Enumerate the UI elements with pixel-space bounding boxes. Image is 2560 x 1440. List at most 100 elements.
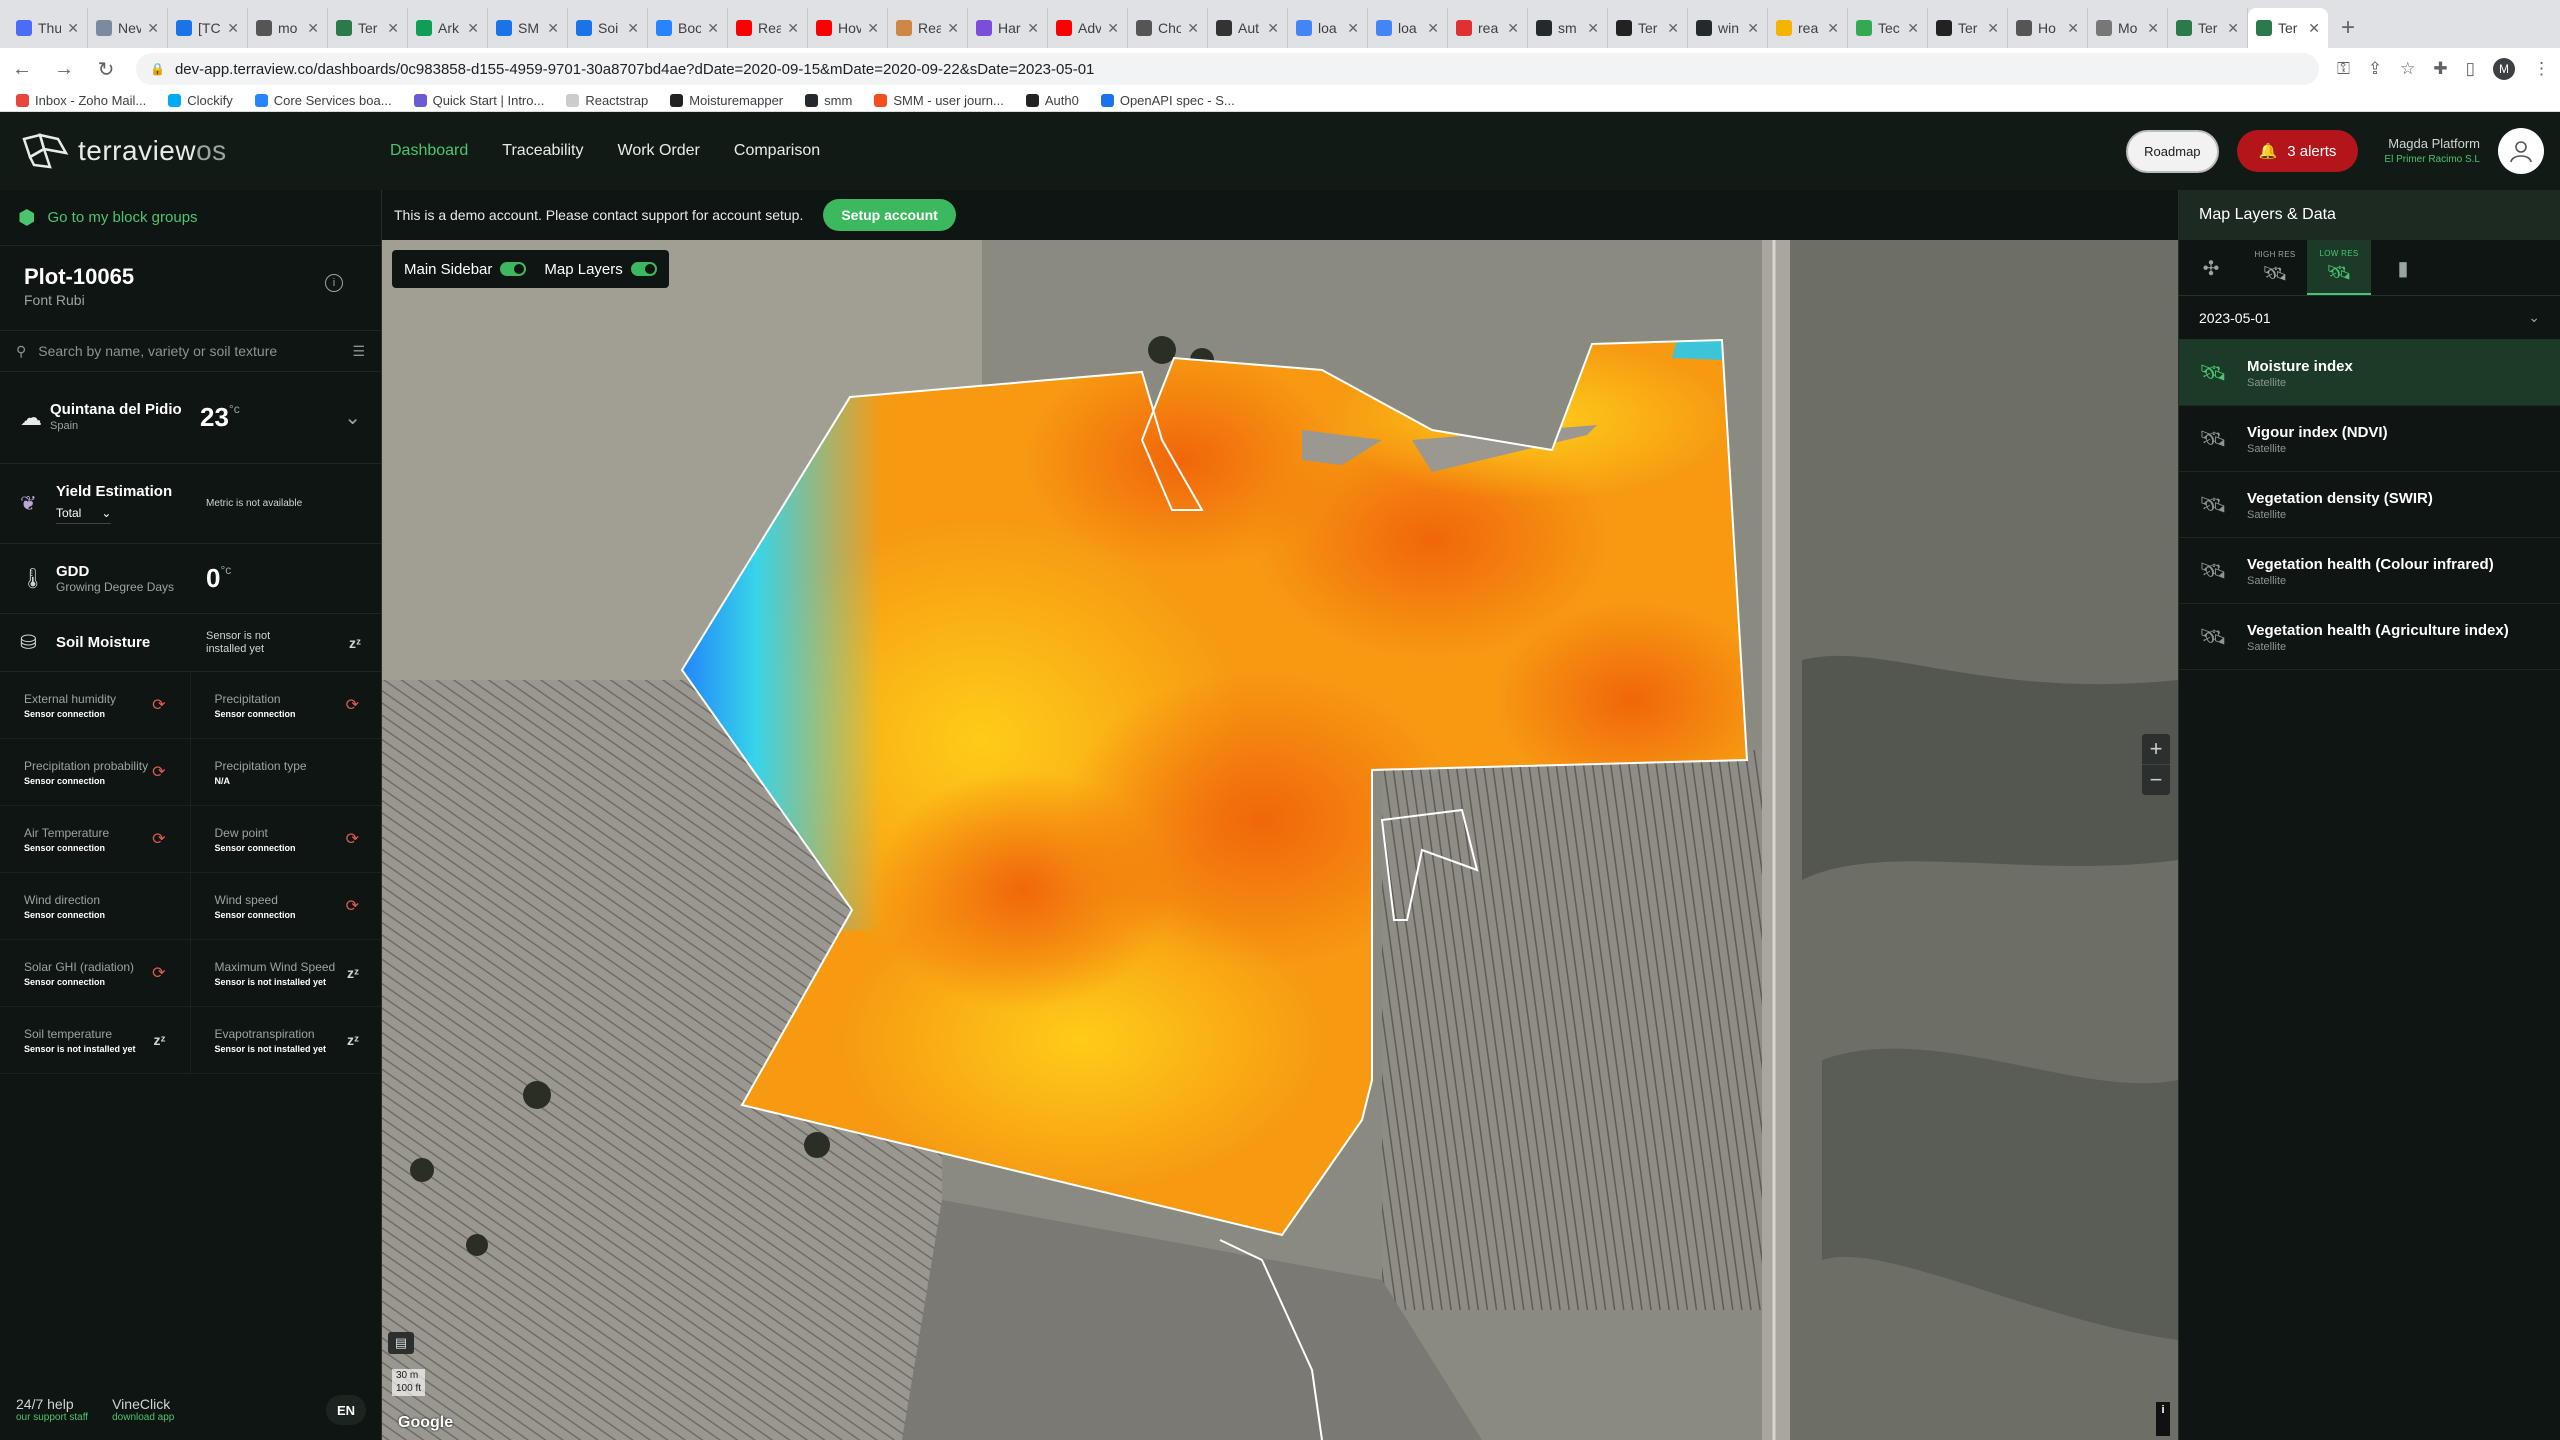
filter-icon[interactable]: ☰ xyxy=(352,343,365,360)
browser-tab[interactable]: Ter ✕ xyxy=(2248,8,2328,48)
close-icon[interactable]: ✕ xyxy=(467,20,479,37)
bookmark-item[interactable]: smm xyxy=(805,93,852,108)
user-info[interactable]: Magda Platform El Primer Racimo S.L xyxy=(2384,136,2480,166)
close-icon[interactable]: ✕ xyxy=(1827,20,1839,37)
close-icon[interactable]: ✕ xyxy=(1267,20,1279,37)
key-icon[interactable]: ⚿ xyxy=(2337,59,2350,79)
close-icon[interactable]: ✕ xyxy=(1427,20,1439,37)
user-avatar-icon[interactable] xyxy=(2498,128,2544,174)
close-icon[interactable]: ✕ xyxy=(67,20,79,37)
close-icon[interactable]: ✕ xyxy=(1667,20,1679,37)
browser-tab[interactable]: mo ✕ xyxy=(248,8,328,48)
terraview-logo[interactable]: terraviewos xyxy=(0,131,390,171)
toggle-map-layers[interactable]: Map Layers xyxy=(544,261,657,278)
browser-tab[interactable]: Hov ✕ xyxy=(808,8,888,48)
browser-tab[interactable]: rea ✕ xyxy=(1448,8,1528,48)
map-canvas[interactable]: Main Sidebar Map Layers + − ▤ 30 m 100 f… xyxy=(382,240,2178,1440)
browser-tab[interactable]: [TC ✕ xyxy=(168,8,248,48)
map-info-icon[interactable]: i xyxy=(2156,1402,2170,1436)
profile-avatar[interactable]: M xyxy=(2493,58,2515,80)
search-input[interactable] xyxy=(38,343,341,359)
browser-tab[interactable]: Ter ✕ xyxy=(328,8,408,48)
close-icon[interactable]: ✕ xyxy=(2308,20,2320,37)
sync-error-icon[interactable]: ⟳ xyxy=(152,829,165,849)
tab-drone[interactable]: ✣ xyxy=(2179,240,2243,295)
weather-widget[interactable]: ☁ Quintana del Pidio Spain 23°c ⌄ xyxy=(0,372,381,464)
reload-icon[interactable]: ↻ xyxy=(94,57,118,82)
browser-tab[interactable]: Ter ✕ xyxy=(1608,8,1688,48)
layer-item[interactable]: 🛰 Vegetation health (Agriculture index) Sa… xyxy=(2179,604,2560,670)
browser-tab[interactable]: loa ✕ xyxy=(1288,8,1368,48)
browser-tab[interactable]: Rea ✕ xyxy=(728,8,808,48)
close-icon[interactable]: ✕ xyxy=(1987,20,1999,37)
close-icon[interactable]: ✕ xyxy=(947,20,959,37)
forward-icon[interactable]: → xyxy=(52,58,76,81)
bookmark-item[interactable]: Auth0 xyxy=(1025,93,1079,108)
close-icon[interactable]: ✕ xyxy=(1187,20,1199,37)
close-icon[interactable]: ✕ xyxy=(787,20,799,37)
tab-sensor[interactable]: ▮ xyxy=(2371,240,2435,295)
close-icon[interactable]: ✕ xyxy=(1347,20,1359,37)
chevron-down-icon[interactable]: ⌄ xyxy=(344,405,361,430)
browser-tab[interactable]: Adv ✕ xyxy=(1048,8,1128,48)
browser-tab[interactable]: Ark ✕ xyxy=(408,8,488,48)
close-icon[interactable]: ✕ xyxy=(867,20,879,37)
bookmark-item[interactable]: Moisturemapper xyxy=(670,93,783,108)
sync-error-icon[interactable]: ⟳ xyxy=(152,762,165,782)
new-tab-button[interactable]: + xyxy=(2328,8,2368,48)
browser-tab[interactable]: loa ✕ xyxy=(1368,8,1448,48)
browser-tab[interactable]: Soi ✕ xyxy=(568,8,648,48)
close-icon[interactable]: ✕ xyxy=(1107,20,1119,37)
browser-tab[interactable]: win ✕ xyxy=(1688,8,1768,48)
close-icon[interactable]: ✕ xyxy=(1027,20,1039,37)
bookmark-item[interactable]: Quick Start | Intro... xyxy=(413,93,544,108)
extensions-icon[interactable]: ✚ xyxy=(2433,59,2447,79)
zoom-out-button[interactable]: − xyxy=(2142,764,2170,795)
close-icon[interactable]: ✕ xyxy=(2147,20,2159,37)
bookmark-item[interactable]: SMM - user journ... xyxy=(874,93,1004,108)
browser-tab[interactable]: Nev ✕ xyxy=(88,8,168,48)
roadmap-button[interactable]: Roadmap xyxy=(2126,129,2219,173)
browser-tab[interactable]: Ter ✕ xyxy=(2168,8,2248,48)
language-button[interactable]: EN xyxy=(326,1395,366,1425)
date-select[interactable]: 2023-05-01 ⌄ xyxy=(2179,296,2560,340)
nav-dashboard[interactable]: Dashboard xyxy=(390,142,468,160)
close-icon[interactable]: ✕ xyxy=(387,20,399,37)
yield-select[interactable]: Total ⌄ xyxy=(56,506,112,524)
sidebar-toggle-icon[interactable]: ▯ xyxy=(2466,59,2475,79)
close-icon[interactable]: ✕ xyxy=(227,20,239,37)
browser-tab[interactable]: sm ✕ xyxy=(1528,8,1608,48)
tab-low-res[interactable]: LOW RES 🛰 xyxy=(2307,240,2371,295)
browser-tab[interactable]: Har ✕ xyxy=(968,8,1048,48)
sync-error-icon[interactable]: ⟳ xyxy=(346,829,359,849)
nav-comparison[interactable]: Comparison xyxy=(734,142,820,160)
sync-error-icon[interactable]: ⟳ xyxy=(152,963,165,983)
browser-tab[interactable]: Ho ✕ xyxy=(2008,8,2088,48)
zoom-in-button[interactable]: + xyxy=(2142,734,2170,764)
browser-tab[interactable]: Mo ✕ xyxy=(2088,8,2168,48)
bookmark-item[interactable]: Reactstrap xyxy=(566,93,648,108)
help-link[interactable]: 24/7 help our support staff xyxy=(16,1396,88,1423)
browser-tab[interactable]: Cho ✕ xyxy=(1128,8,1208,48)
nav-work-order[interactable]: Work Order xyxy=(618,142,700,160)
nav-traceability[interactable]: Traceability xyxy=(502,142,583,160)
browser-tab[interactable]: Aut ✕ xyxy=(1208,8,1288,48)
layer-item[interactable]: 🛰 Moisture index Satellite xyxy=(2179,340,2560,406)
browser-tab[interactable]: SM ✕ xyxy=(488,8,568,48)
close-icon[interactable]: ✕ xyxy=(2227,20,2239,37)
close-icon[interactable]: ✕ xyxy=(307,20,319,37)
browser-tab[interactable]: rea ✕ xyxy=(1768,8,1848,48)
menu-icon[interactable]: ⋮ xyxy=(2533,59,2550,79)
setup-account-button[interactable]: Setup account xyxy=(823,199,956,231)
close-icon[interactable]: ✕ xyxy=(147,20,159,37)
tab-high-res[interactable]: HIGH RES 🛰 xyxy=(2243,240,2307,295)
close-icon[interactable]: ✕ xyxy=(707,20,719,37)
bookmark-item[interactable]: Clockify xyxy=(168,93,233,108)
alerts-button[interactable]: 🔔 3 alerts xyxy=(2236,130,2359,172)
sync-error-icon[interactable]: ⟳ xyxy=(346,896,359,916)
back-to-block-groups[interactable]: ⬢ Go to my block groups xyxy=(0,190,381,246)
info-icon[interactable]: i xyxy=(325,274,343,292)
bookmark-item[interactable]: OpenAPI spec - S... xyxy=(1100,93,1235,108)
layer-item[interactable]: 🛰 Vegetation density (SWIR) Satellite xyxy=(2179,472,2560,538)
layer-item[interactable]: 🛰 Vigour index (NDVI) Satellite xyxy=(2179,406,2560,472)
